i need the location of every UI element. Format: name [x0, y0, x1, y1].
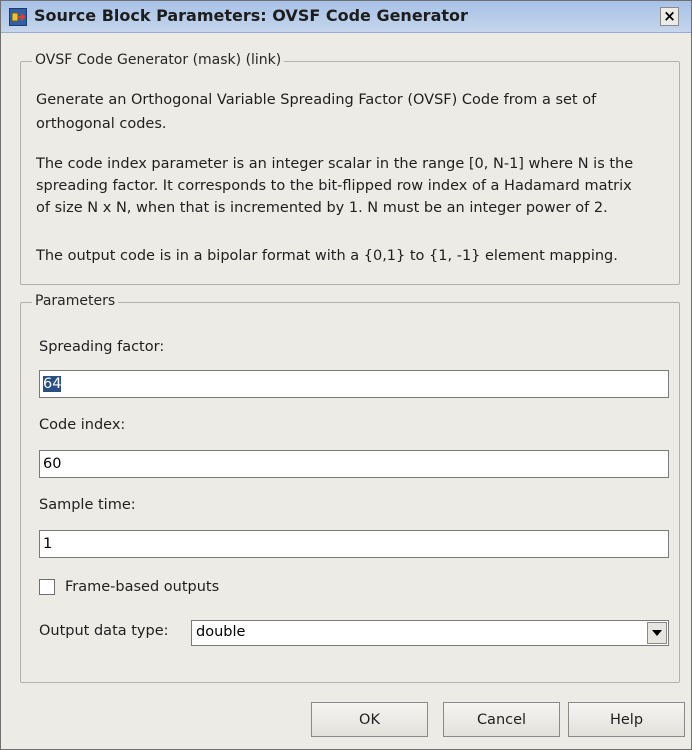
simulink-block-icon	[9, 8, 27, 26]
window-title: Source Block Parameters: OVSF Code Gener…	[34, 6, 468, 25]
sample-time-label: Sample time:	[39, 497, 136, 513]
spreading-factor-value: 64	[43, 376, 62, 392]
cancel-button-label: Cancel	[476, 711, 527, 728]
spreading-factor-label: Spreading factor:	[39, 339, 165, 355]
output-data-type-select[interactable]: double	[191, 620, 669, 646]
chevron-down-icon	[652, 630, 662, 636]
help-button[interactable]: Help	[568, 702, 685, 737]
output-data-type-label: Output data type:	[39, 623, 169, 639]
description-line: The code index parameter is an integer s…	[36, 156, 634, 172]
parameters-legend: Parameters	[32, 293, 119, 309]
code-index-label: Code index:	[39, 417, 126, 433]
description-line: The output code is in a bipolar format w…	[36, 248, 618, 264]
sample-time-value: 1	[43, 536, 53, 552]
title-bar[interactable]: Source Block Parameters: OVSF Code Gener…	[1, 1, 691, 33]
description-line: spreading factor. It corresponds to the …	[36, 178, 632, 194]
close-button[interactable]: ×	[660, 7, 679, 26]
ok-button-label: OK	[359, 711, 380, 728]
description-line: Generate an Orthogonal Variable Spreadin…	[36, 92, 597, 108]
dialog-window: Source Block Parameters: OVSF Code Gener…	[0, 0, 692, 750]
frame-based-label[interactable]: Frame-based outputs	[65, 579, 219, 595]
close-icon: ×	[663, 7, 676, 25]
code-index-input[interactable]: 60	[39, 450, 669, 478]
help-button-label: Help	[609, 711, 644, 728]
spreading-factor-input[interactable]: 64	[39, 370, 669, 398]
frame-based-checkbox[interactable]	[39, 579, 55, 595]
sample-time-input[interactable]: 1	[39, 530, 669, 558]
description-line: orthogonal codes.	[36, 116, 167, 132]
cancel-button[interactable]: Cancel	[443, 702, 560, 737]
description-legend: OVSF Code Generator (mask) (link)	[32, 52, 285, 68]
dropdown-button[interactable]	[647, 622, 667, 644]
description-line: of size N x N, when that is incremented …	[36, 200, 608, 216]
code-index-value: 60	[43, 456, 62, 472]
ok-button[interactable]: OK	[311, 702, 428, 737]
output-data-type-value: double	[196, 624, 246, 640]
